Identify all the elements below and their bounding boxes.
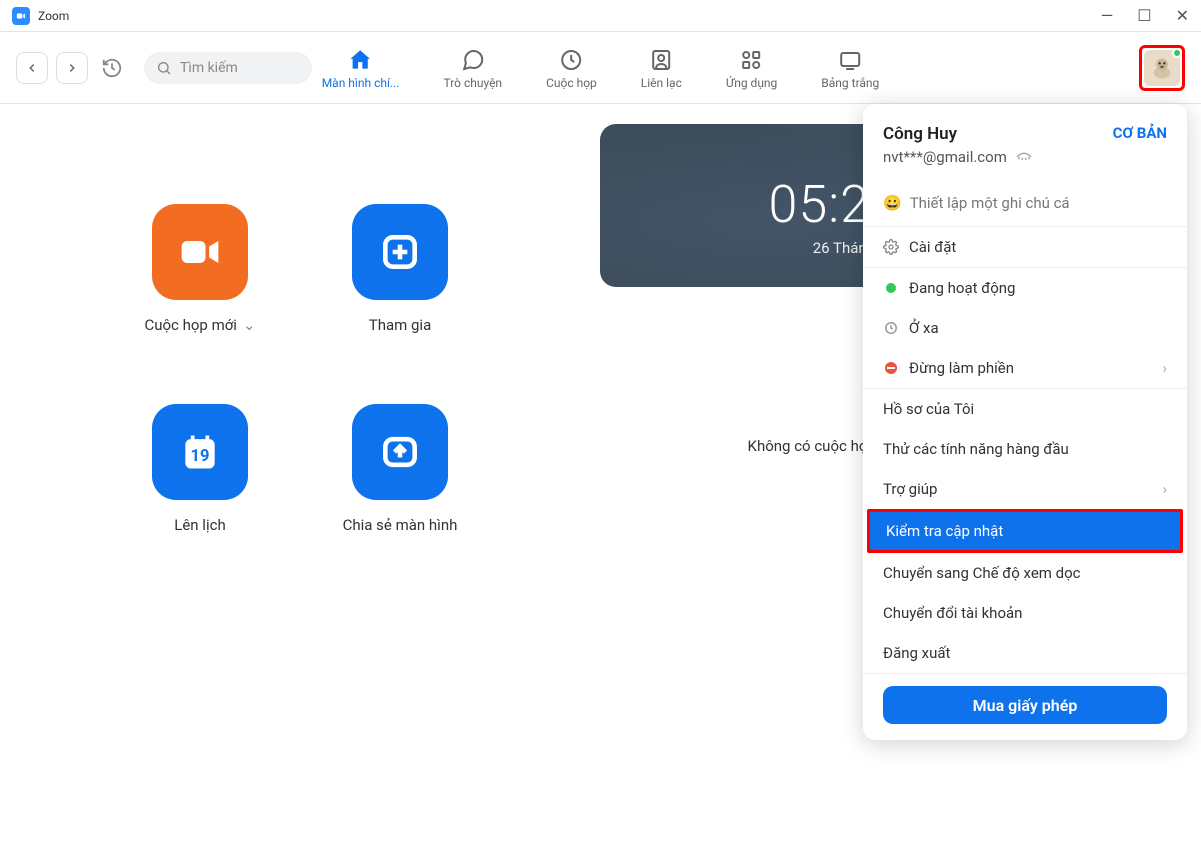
menu-check-updates[interactable]: Kiểm tra cập nhật	[863, 509, 1187, 553]
menu-username: Công Huy	[883, 124, 957, 144]
search-placeholder: Tìm kiếm	[180, 60, 238, 76]
chevron-right-icon: ›	[1162, 480, 1167, 498]
buy-license-button[interactable]: Mua giấy phép	[883, 686, 1167, 724]
menu-status-away[interactable]: Ở xa	[863, 308, 1187, 348]
close-button[interactable]: ✕	[1176, 6, 1189, 25]
chevron-right-icon: ›	[1162, 359, 1167, 377]
tab-apps[interactable]: Ứng dụng	[718, 42, 785, 94]
avatar-highlight	[1139, 45, 1185, 91]
tab-chat[interactable]: Trò chuyện	[435, 42, 510, 94]
menu-switch-view[interactable]: Chuyển sang Chế độ xem dọc	[863, 553, 1187, 593]
menu-try-features[interactable]: Thử các tính năng hàng đầu	[863, 429, 1187, 469]
action-share-screen[interactable]: Chia sẻ màn hình	[305, 404, 495, 534]
tab-meetings[interactable]: Cuộc họp	[538, 42, 605, 94]
menu-sign-out[interactable]: Đăng xuất	[863, 633, 1187, 673]
share-screen-icon	[352, 404, 448, 500]
contacts-icon	[647, 46, 675, 74]
menu-status-dnd[interactable]: Đừng làm phiền ›	[863, 348, 1187, 388]
tab-contacts[interactable]: Liên lạc	[633, 42, 690, 94]
user-dropdown-menu: Công Huy CƠ BẢN nvt***@gmail.com 😀 Thiết…	[863, 104, 1187, 740]
menu-switch-account[interactable]: Chuyển đổi tài khoản	[863, 593, 1187, 633]
svg-text:19: 19	[191, 447, 210, 466]
menu-email: nvt***@gmail.com	[883, 148, 1167, 166]
menu-header: Công Huy CƠ BẢN nvt***@gmail.com	[863, 104, 1187, 178]
chat-icon	[459, 46, 487, 74]
plus-icon	[352, 204, 448, 300]
action-join[interactable]: Tham gia	[305, 204, 495, 334]
search-input[interactable]: Tìm kiếm	[144, 52, 312, 84]
tab-whiteboard[interactable]: Bảng trắng	[813, 42, 887, 94]
status-away-icon	[883, 320, 899, 336]
toolbar: Tìm kiếm Màn hình chí... Trò chuyện Cuộc…	[0, 32, 1201, 104]
plan-badge[interactable]: CƠ BẢN	[1113, 124, 1167, 142]
zoom-app-icon	[12, 7, 30, 25]
titlebar: Zoom — ☐ ✕	[0, 0, 1201, 32]
actions-panel: Cuộc họp mới ⌄ Tham gia 19 Lên lịch	[0, 104, 600, 845]
menu-status-available[interactable]: Đang hoạt động	[863, 268, 1187, 308]
menu-set-note[interactable]: 😀 Thiết lập một ghi chú cá	[863, 178, 1187, 226]
menu-profile[interactable]: Hồ sơ của Tôi	[863, 389, 1187, 429]
status-available-icon	[883, 280, 899, 296]
forward-button[interactable]	[56, 52, 88, 84]
maximize-button[interactable]: ☐	[1137, 6, 1151, 25]
calendar-icon: 19	[152, 404, 248, 500]
nav-tabs: Màn hình chí... Trò chuyện Cuộc họp Liên…	[314, 42, 888, 94]
video-icon	[152, 204, 248, 300]
presence-dot-icon	[1172, 48, 1182, 58]
history-button[interactable]	[96, 52, 128, 84]
status-dnd-icon	[883, 360, 899, 376]
action-schedule[interactable]: 19 Lên lịch	[105, 404, 295, 534]
chevron-down-icon[interactable]: ⌄	[243, 316, 256, 334]
apps-icon	[738, 46, 766, 74]
window-title: Zoom	[38, 9, 69, 23]
menu-settings[interactable]: Cài đặt	[863, 227, 1187, 267]
hidden-eye-icon[interactable]	[1015, 151, 1033, 163]
smile-icon: 😀	[883, 194, 902, 212]
menu-help[interactable]: Trợ giúp ›	[863, 469, 1187, 509]
whiteboard-icon	[836, 46, 864, 74]
gear-icon	[883, 239, 899, 255]
home-icon	[347, 46, 375, 74]
minimize-button[interactable]: —	[1101, 6, 1114, 25]
action-new-meeting[interactable]: Cuộc họp mới ⌄	[105, 204, 295, 334]
user-avatar[interactable]	[1144, 50, 1180, 86]
back-button[interactable]	[16, 52, 48, 84]
clock-icon	[557, 46, 585, 74]
tab-home[interactable]: Màn hình chí...	[314, 42, 408, 94]
